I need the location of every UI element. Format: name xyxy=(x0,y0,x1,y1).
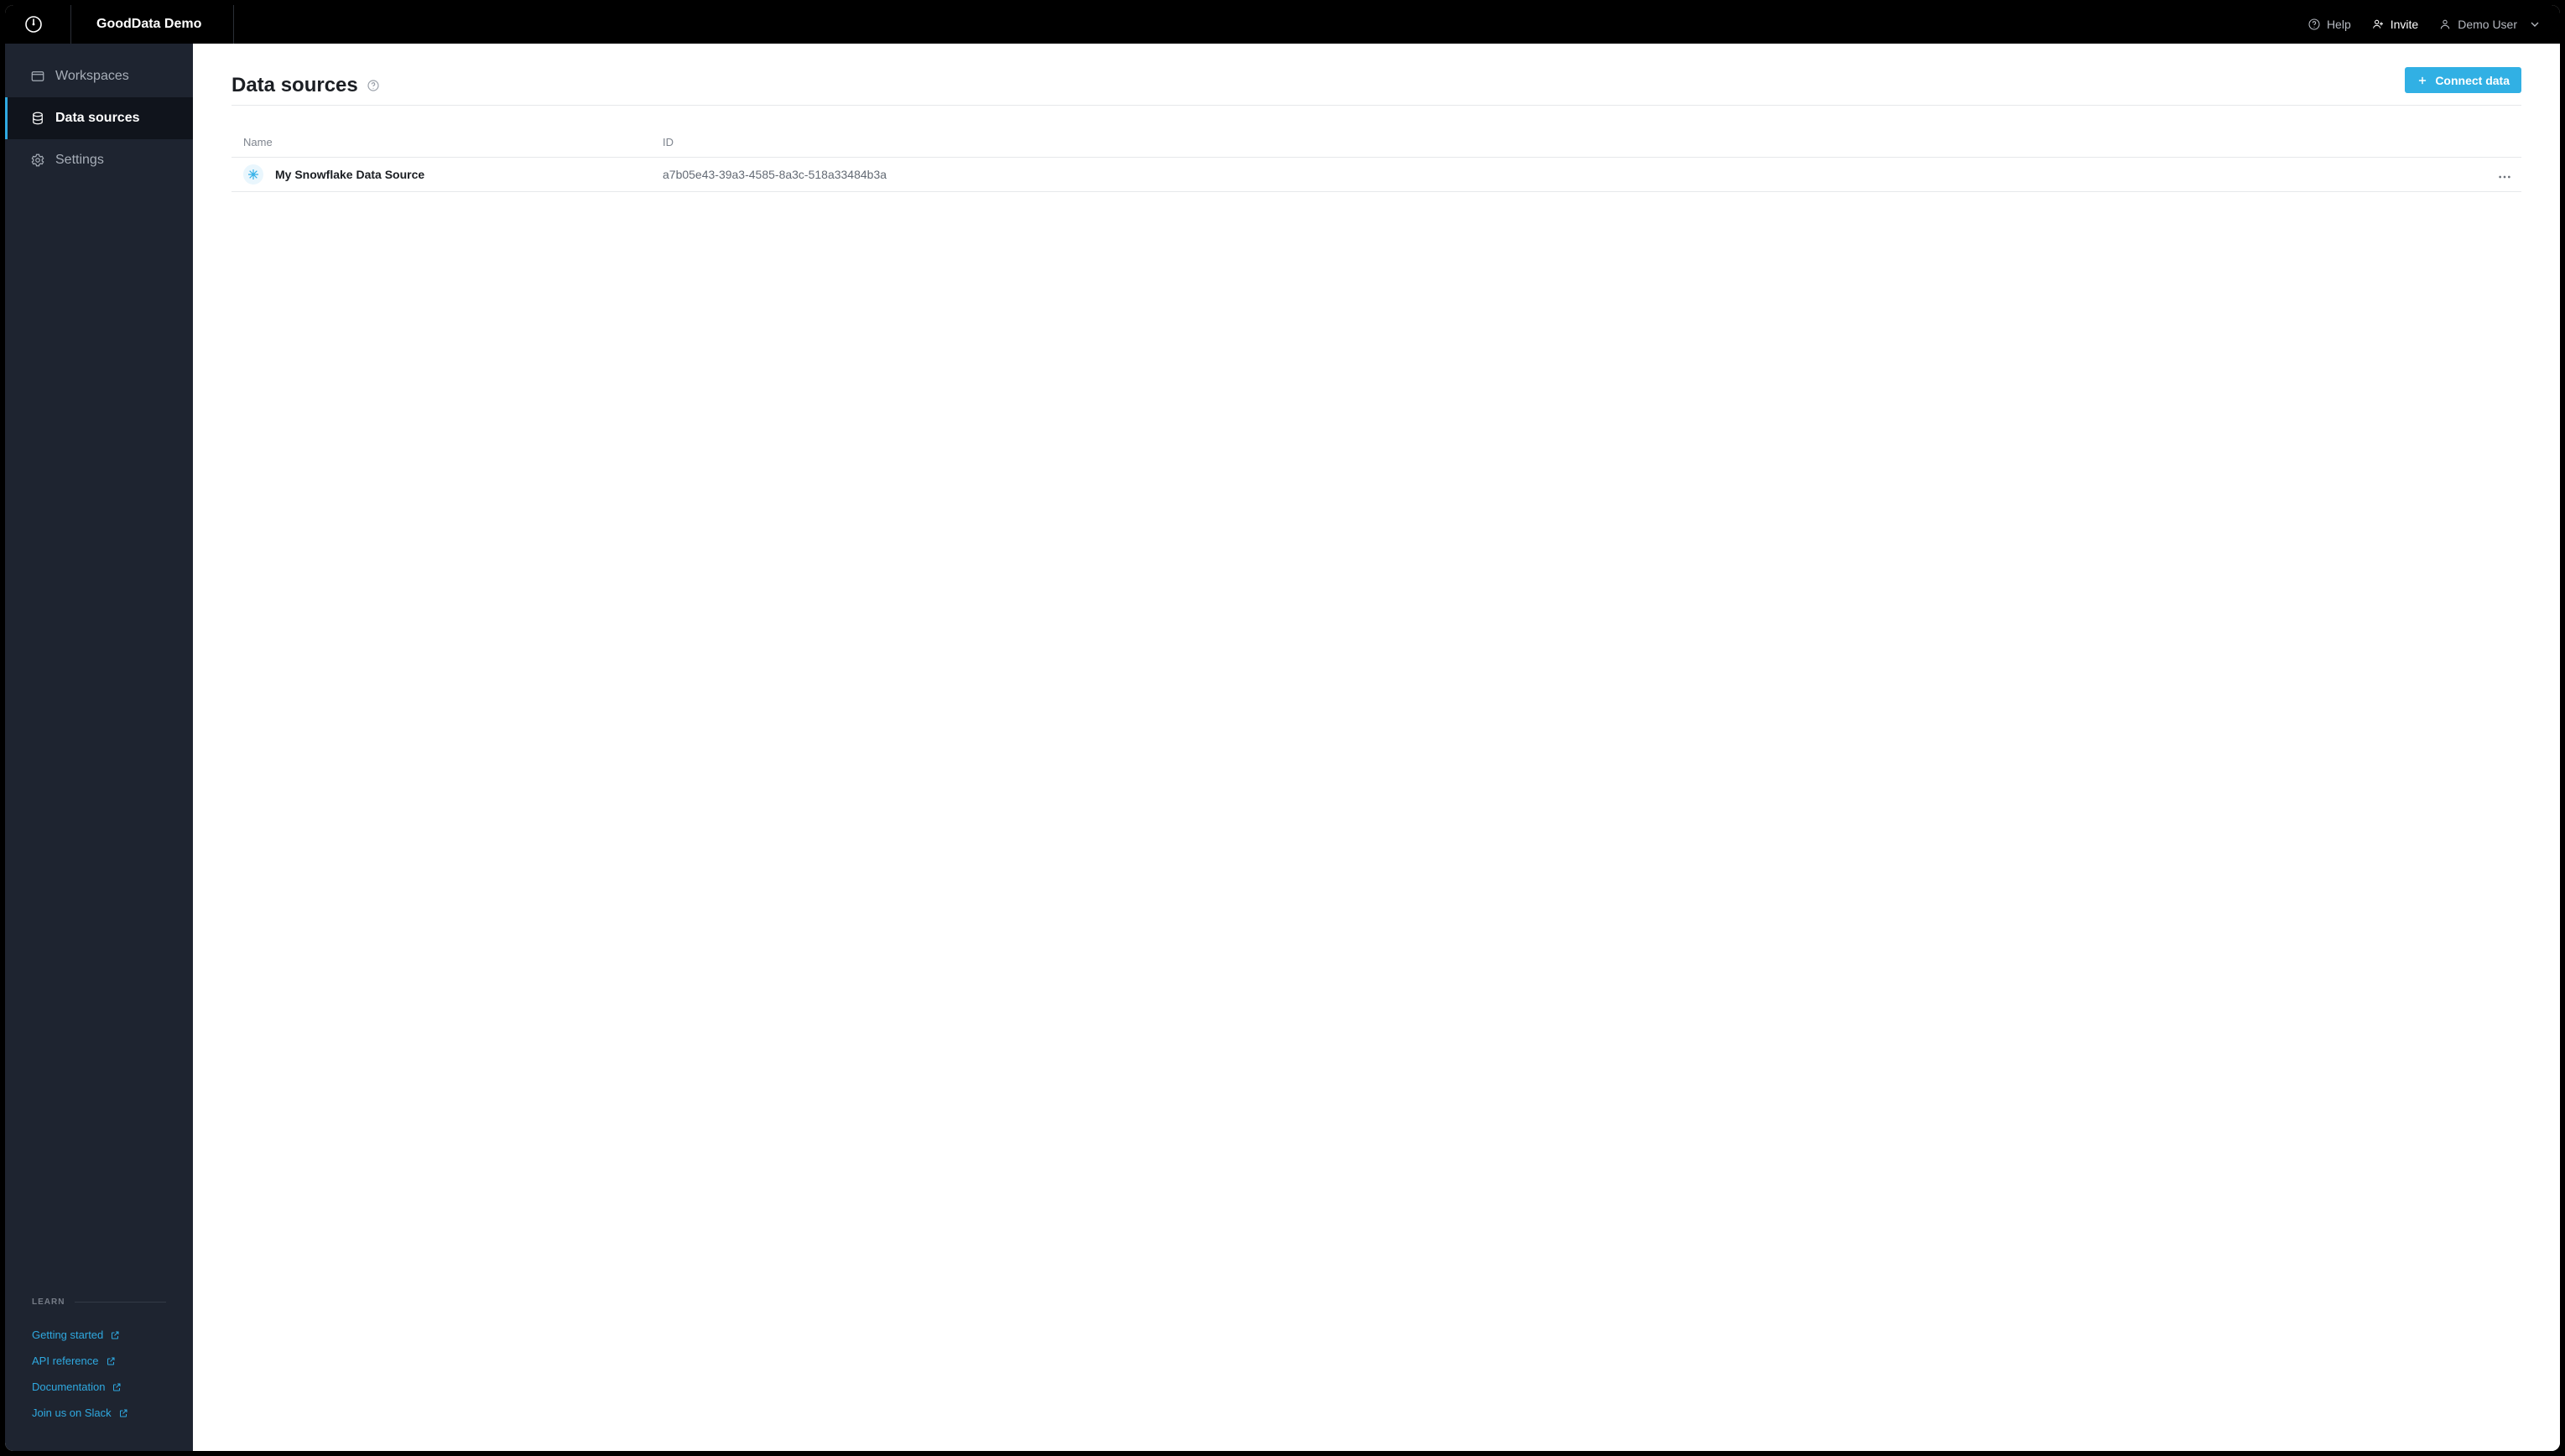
database-icon xyxy=(30,111,45,126)
user-icon xyxy=(2438,18,2452,31)
workspaces-icon xyxy=(30,69,45,84)
row-actions-button[interactable] xyxy=(2488,168,2521,181)
data-source-id: a7b05e43-39a3-4585-8a3c-518a33484b3a xyxy=(663,168,2488,181)
learn-link-api-reference[interactable]: API reference xyxy=(32,1348,166,1374)
plus-icon xyxy=(2417,75,2428,86)
top-bar: GoodData Demo Help Invite xyxy=(5,5,2560,44)
invite-label: Invite xyxy=(2391,18,2418,31)
connect-data-button[interactable]: Connect data xyxy=(2405,67,2521,93)
learn-link-slack[interactable]: Join us on Slack xyxy=(32,1400,166,1426)
learn-link-label: API reference xyxy=(32,1355,99,1367)
learn-link-label: Getting started xyxy=(32,1329,103,1341)
connect-data-label: Connect data xyxy=(2435,74,2510,87)
main-content: Data sources Connect data xyxy=(193,44,2560,1451)
external-link-icon xyxy=(118,1408,128,1418)
learn-link-label: Documentation xyxy=(32,1381,105,1393)
external-link-icon xyxy=(106,1356,116,1366)
sidebar-item-workspaces[interactable]: Workspaces xyxy=(5,55,193,97)
chevron-down-icon xyxy=(2528,18,2542,31)
user-label: Demo User xyxy=(2458,18,2517,31)
help-circle-icon xyxy=(2307,18,2321,31)
more-horizontal-icon xyxy=(2497,175,2512,179)
product-name: GoodData Demo xyxy=(83,5,201,44)
column-header-id: ID xyxy=(663,136,2521,148)
table-header: Name ID xyxy=(232,106,2521,158)
learn-section: LEARN Getting started API reference Docu… xyxy=(5,1297,193,1451)
page-help-button[interactable] xyxy=(367,79,380,92)
gear-icon xyxy=(30,153,45,168)
sidebar-item-label: Data sources xyxy=(55,111,140,126)
column-header-name: Name xyxy=(243,136,663,148)
gooddata-logo-icon xyxy=(23,14,44,34)
external-link-icon xyxy=(112,1382,122,1392)
help-link[interactable]: Help xyxy=(2307,18,2351,31)
sidebar-item-label: Settings xyxy=(55,153,104,168)
data-source-name: My Snowflake Data Source xyxy=(275,168,663,181)
sidebar-item-label: Workspaces xyxy=(55,69,129,84)
help-label: Help xyxy=(2327,18,2351,31)
learn-link-documentation[interactable]: Documentation xyxy=(32,1374,166,1400)
external-link-icon xyxy=(110,1330,120,1340)
user-menu[interactable]: Demo User xyxy=(2438,18,2542,31)
snowflake-icon xyxy=(243,164,263,185)
learn-heading: LEARN xyxy=(32,1297,65,1307)
invite-user-icon xyxy=(2371,18,2385,31)
invite-link[interactable]: Invite xyxy=(2371,18,2418,31)
learn-link-getting-started[interactable]: Getting started xyxy=(32,1322,166,1348)
table-row[interactable]: My Snowflake Data Source a7b05e43-39a3-4… xyxy=(232,158,2521,192)
help-circle-icon xyxy=(367,79,380,92)
divider-line xyxy=(75,1302,166,1303)
learn-link-label: Join us on Slack xyxy=(32,1407,112,1419)
vertical-divider xyxy=(70,5,71,44)
page-title: Data sources xyxy=(232,74,358,97)
sidebar-item-settings[interactable]: Settings xyxy=(5,139,193,181)
sidebar: Workspaces Data sources Settings xyxy=(5,44,193,1451)
vertical-divider xyxy=(233,5,234,44)
sidebar-item-data-sources[interactable]: Data sources xyxy=(5,97,193,139)
